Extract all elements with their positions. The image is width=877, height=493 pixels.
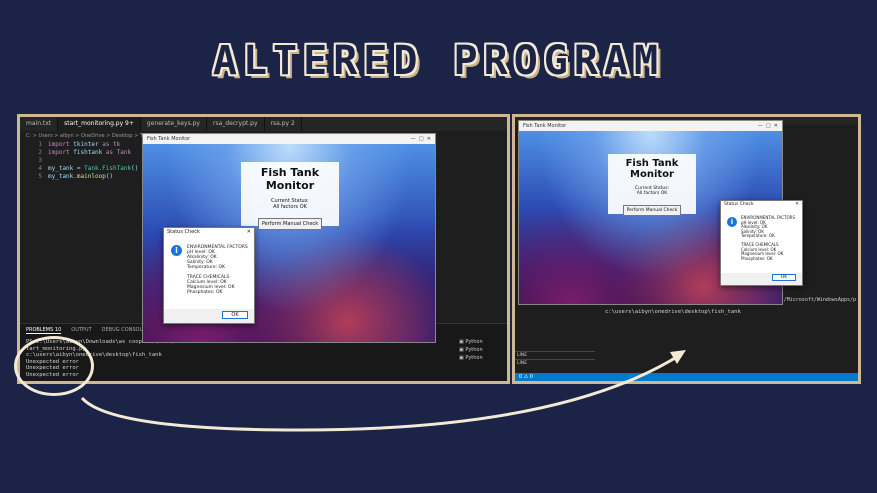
line-number: 4 (38, 165, 42, 172)
code-editor[interactable]: 1 import tkinter as tk 2 import fishtank a… (24, 141, 138, 181)
tab-start-monitoring[interactable]: start_monitoring.py 9+ (58, 117, 141, 131)
dialog-title: Status Check (724, 202, 754, 207)
code-line: 4 my_tank = Tank.FishTank() (24, 165, 138, 173)
line-number: 2 (38, 149, 42, 156)
code-line: 3 (24, 157, 138, 165)
status-bar-problems[interactable]: 0 ⚠ 0 (519, 374, 533, 380)
right-terminal-output[interactable]: c:\users\aibyn\onedrive\desktop\fish_tan… (599, 307, 747, 318)
session-label: Python (465, 347, 483, 353)
info-icon: i (171, 245, 182, 256)
window-title: Fish Tank Monitor (147, 136, 191, 142)
code-line: 2 import fishtank as Tank (24, 149, 138, 157)
status-value: All factors OK (636, 191, 668, 196)
tab-problems[interactable]: PROBLEMS 10 (26, 327, 62, 334)
close-icon[interactable]: ✕ (795, 202, 799, 208)
code-token: fishtank (73, 149, 103, 156)
window-title: Fish Tank Monitor (523, 123, 567, 129)
close-icon[interactable]: ✕ (247, 229, 251, 236)
session-label: Python (465, 355, 483, 361)
dialog-titlebar: Status Check ✕ (164, 228, 254, 237)
highlight-circle (14, 336, 94, 396)
info-icon: i (727, 217, 737, 227)
outline-label[interactable]: LINE (515, 351, 595, 359)
dialog-message: ENVIRONMENTAL FACTORS pH level: OK Alkal… (741, 215, 795, 261)
message-line: Phosphates: OK (741, 255, 773, 261)
code-token: Tank.FishTank (84, 165, 132, 172)
outline-section: LINE LINE (515, 351, 595, 367)
code-token: my_tank. (48, 173, 77, 180)
dialog-title: Status Check (167, 229, 200, 235)
left-ide-screen: main.txt start_monitoring.py 9+ generate… (20, 117, 507, 381)
code-token: import (48, 149, 74, 156)
status-card: Fish Tank Monitor Current Status: All fa… (241, 162, 339, 230)
line-number: 3 (38, 157, 42, 164)
line-number: 5 (38, 173, 42, 180)
session-label: Python (465, 339, 483, 345)
window-controls[interactable]: — □ ✕ (758, 123, 778, 129)
line-number: 1 (38, 141, 42, 148)
code-token: () (105, 173, 114, 180)
dialog-body: i ENVIRONMENTAL FACTORS pH level: OK Alk… (164, 237, 254, 309)
right-path-text: ocal/Microsoft/WindowsApps/p (771, 297, 856, 303)
ok-button[interactable]: OK (222, 311, 248, 319)
terminal-session[interactable]: ▣ Python (459, 355, 503, 361)
page-title: Fish Tank Monitor (625, 158, 679, 180)
terminal-line: c:\users\aibyn\onedrive\desktop\fish_tan… (605, 309, 741, 315)
breadcrumb: C: > Users > aibyn > OneDrive > Desktop … (26, 133, 148, 139)
tab-rsa[interactable]: rsa.py 2 (265, 117, 302, 131)
window-titlebar: Fish Tank Monitor — □ ✕ (519, 121, 782, 131)
tab-generate-keys[interactable]: generate_keys.py (141, 117, 207, 131)
code-token: tkinter (73, 141, 99, 148)
code-token: as tk (98, 141, 121, 148)
terminal-session-list: ▣ Python ▣ Python ▣ Python (459, 337, 503, 363)
right-ide-screen: c:\users\aibyn\onedrive\desktop\fish_tan… (515, 117, 858, 381)
message-line: Phosphates: OK (187, 290, 223, 295)
code-line: 1 import tkinter as tk (24, 141, 138, 149)
left-screenshot-frame: main.txt start_monitoring.py 9+ generate… (17, 114, 510, 384)
terminal-session[interactable]: ▣ Python (459, 339, 503, 345)
status-bar: 0 ⚠ 0 (515, 373, 858, 381)
code-token: mainloop (76, 173, 106, 180)
banner-title: ALTERED PROGRAM (212, 38, 665, 84)
status-check-dialog: Status Check ✕ i ENVIRONMENTAL FACTORS p… (163, 227, 255, 324)
code-token: import (48, 141, 74, 148)
timeline-label[interactable]: LINE (515, 359, 595, 367)
code-token: as Tank (102, 149, 132, 156)
problems-count-badge: 10 (54, 327, 62, 333)
right-screenshot-frame: c:\users\aibyn\onedrive\desktop\fish_tan… (512, 114, 861, 384)
terminal-line: Unexpected error (26, 371, 79, 378)
window-controls[interactable]: — □ ✕ (411, 136, 431, 142)
code-token: () (131, 165, 139, 172)
code-token: my_tank = (48, 165, 85, 172)
dialog-body: i ENVIRONMENTAL FACTORS pH level: OK Alk… (721, 209, 802, 273)
terminal-session[interactable]: ▣ Python (459, 347, 503, 353)
code-line: 5 my_tank.mainloop() (24, 173, 138, 181)
dialog-titlebar: Status Check ✕ (721, 201, 802, 209)
status-check-dialog: Status Check ✕ i ENVIRONMENTAL FACTORS p… (720, 200, 803, 286)
manual-check-button[interactable]: Perform Manual Check (622, 205, 682, 216)
manual-check-button[interactable]: Perform Manual Check (257, 218, 323, 230)
window-titlebar: Fish Tank Monitor — □ ✕ (143, 134, 435, 144)
tab-main[interactable]: main.txt (20, 117, 59, 131)
dialog-message: ENVIRONMENTAL FACTORS pH level: OK Alkal… (187, 245, 248, 295)
tab-output[interactable]: OUTPUT (71, 327, 91, 334)
tab-count: 2 (290, 120, 295, 127)
status-card: Fish Tank Monitor Current Status: All fa… (608, 154, 696, 216)
page-title: Fish Tank Monitor (260, 166, 320, 192)
tab-debug-console[interactable]: DEBUG CONSOLE (102, 327, 146, 334)
ok-button[interactable]: OK (772, 274, 796, 281)
status-value: All factors OK (273, 204, 307, 210)
tab-rsa-decrypt[interactable]: rsa_decrypt.py (207, 117, 265, 131)
tab-rsa-label: rsa.py (270, 120, 290, 127)
editor-tabs: main.txt start_monitoring.py 9+ generate… (20, 117, 507, 131)
tab-problems-label: PROBLEMS (26, 327, 54, 333)
